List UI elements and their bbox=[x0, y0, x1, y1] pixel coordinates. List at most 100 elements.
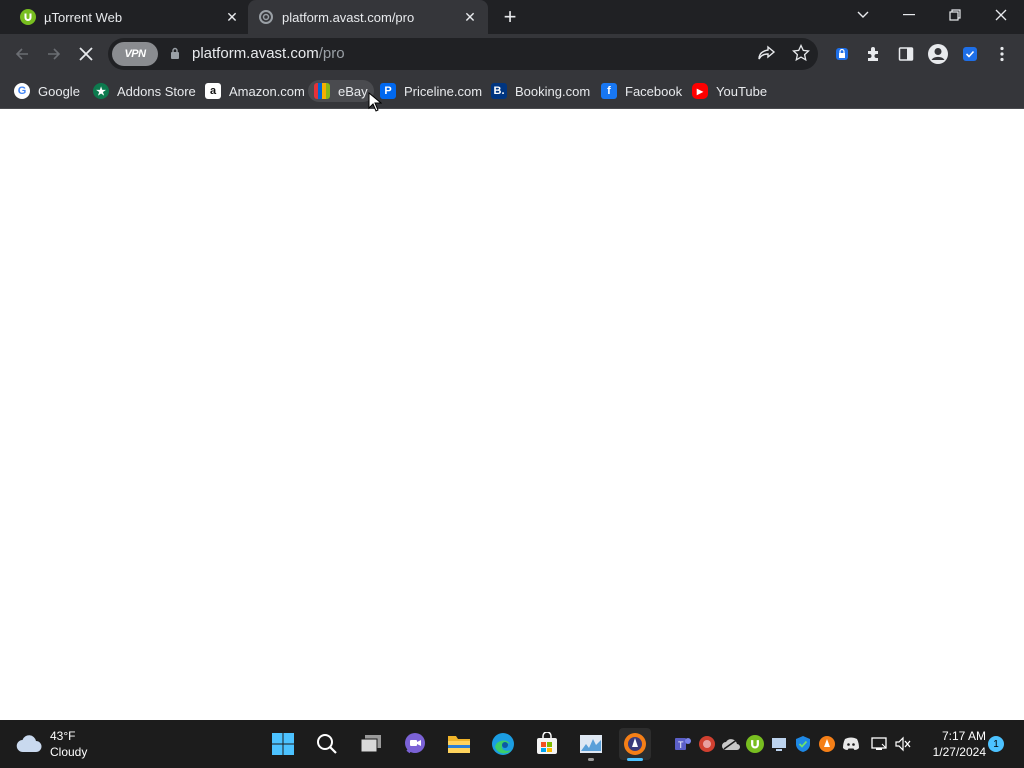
avast-browser-button[interactable] bbox=[619, 728, 651, 761]
edge-icon bbox=[492, 733, 514, 755]
avast-security-extension[interactable] bbox=[956, 40, 984, 68]
url-path: /pro bbox=[318, 45, 345, 62]
stop-loading-button[interactable] bbox=[72, 40, 100, 68]
browser-toolbar: VPN platform.avast.com/pro bbox=[0, 34, 1024, 74]
address-bar[interactable]: VPN platform.avast.com/pro bbox=[108, 38, 818, 70]
search-icon bbox=[317, 734, 337, 754]
bookmark-ebay[interactable]: eBay bbox=[308, 80, 374, 102]
bookmark-label: YouTube bbox=[716, 83, 768, 99]
new-tab-button[interactable]: + bbox=[498, 4, 522, 29]
tab-title: µTorrent Web bbox=[44, 9, 123, 25]
browser-menu-button[interactable] bbox=[988, 40, 1016, 68]
restore-icon bbox=[949, 9, 961, 21]
bookmark-label: Amazon.com bbox=[229, 83, 305, 99]
shield-check-icon bbox=[963, 47, 977, 61]
edge-button[interactable] bbox=[487, 728, 519, 760]
weather-widget[interactable]: 43°F Cloudy bbox=[16, 728, 87, 760]
star-icon bbox=[792, 43, 810, 62]
bookmark-label: Facebook bbox=[625, 83, 683, 99]
addons-store-icon: ★ bbox=[93, 83, 109, 99]
bookmark-label: Addons Store bbox=[117, 83, 196, 99]
close-tab-icon[interactable]: ✕ bbox=[224, 9, 240, 25]
security-tray-icon[interactable] bbox=[793, 734, 813, 754]
side-panel-icon bbox=[898, 47, 914, 61]
url-text[interactable]: platform.avast.com/pro bbox=[192, 45, 345, 62]
display-tray-icon[interactable] bbox=[769, 734, 789, 754]
more-vertical-icon bbox=[1000, 46, 1004, 62]
tab-search-button[interactable] bbox=[840, 0, 886, 30]
bookmark-facebook[interactable]: f Facebook bbox=[601, 80, 682, 102]
folder-icon bbox=[448, 736, 470, 753]
share-icon bbox=[758, 45, 776, 60]
file-explorer-button[interactable] bbox=[443, 728, 475, 760]
booking-icon: B. bbox=[491, 83, 507, 99]
avast-tray-icon[interactable] bbox=[817, 734, 837, 754]
chevron-down-icon bbox=[857, 11, 869, 18]
bookmark-google[interactable]: G Google bbox=[14, 80, 80, 102]
lock-icon[interactable] bbox=[170, 47, 180, 60]
notification-badge[interactable]: 1 bbox=[988, 736, 1004, 752]
close-tab-icon[interactable]: ✕ bbox=[462, 9, 478, 25]
utorrent-icon bbox=[20, 9, 36, 25]
extensions-button[interactable] bbox=[860, 40, 888, 68]
bookmark-priceline[interactable]: P Priceline.com bbox=[380, 80, 482, 102]
avatar-icon bbox=[928, 44, 948, 64]
restore-button[interactable] bbox=[932, 0, 978, 30]
weather-temp: 43°F bbox=[50, 729, 76, 743]
volume-muted-tray-icon[interactable] bbox=[893, 734, 913, 754]
chat-button[interactable] bbox=[399, 728, 431, 760]
network-tray-icon[interactable] bbox=[869, 734, 889, 754]
clock[interactable]: 7:17 AM 1/27/2024 bbox=[920, 728, 986, 760]
task-manager-button[interactable] bbox=[575, 728, 607, 761]
task-view-icon bbox=[360, 735, 381, 753]
utorrent-tray-icon[interactable] bbox=[745, 734, 765, 754]
arrow-right-icon bbox=[48, 48, 61, 60]
loading-spinner-icon bbox=[259, 10, 273, 24]
performance-graph-icon bbox=[580, 735, 602, 753]
discord-tray-icon[interactable] bbox=[841, 734, 861, 754]
url-host: platform.avast.com bbox=[192, 45, 319, 62]
bookmark-star-button[interactable] bbox=[792, 43, 810, 67]
search-button[interactable] bbox=[311, 728, 343, 760]
share-button[interactable] bbox=[758, 45, 776, 66]
arrow-left-icon bbox=[15, 48, 28, 60]
clock-date: 1/27/2024 bbox=[932, 745, 986, 759]
bookmark-amazon[interactable]: a Amazon.com bbox=[205, 80, 305, 102]
facebook-icon: f bbox=[601, 83, 617, 99]
cloud-icon bbox=[16, 735, 42, 753]
tab-utorrent[interactable]: µTorrent Web ✕ bbox=[0, 0, 248, 34]
page-content-blank bbox=[0, 109, 1024, 720]
side-panel-button[interactable] bbox=[892, 40, 920, 68]
bookmark-youtube[interactable]: ▶ YouTube bbox=[692, 80, 767, 102]
minimize-button[interactable] bbox=[886, 0, 932, 30]
forward-button[interactable] bbox=[40, 40, 68, 68]
bookmark-label: Google bbox=[38, 83, 80, 99]
microsoft-store-button[interactable] bbox=[531, 728, 563, 760]
vpn-button[interactable]: VPN bbox=[112, 42, 158, 66]
puzzle-icon bbox=[868, 47, 878, 61]
start-button[interactable] bbox=[267, 728, 299, 760]
teams-tray-icon[interactable]: T bbox=[673, 734, 693, 754]
svg-text:T: T bbox=[678, 740, 684, 750]
active-indicator bbox=[627, 758, 643, 761]
tab-strip: µTorrent Web ✕ platform.avast.com/pro ✕ … bbox=[0, 0, 1024, 34]
running-indicator bbox=[588, 758, 594, 761]
back-button[interactable] bbox=[8, 40, 36, 68]
close-window-button[interactable] bbox=[978, 0, 1024, 30]
onedrive-tray-icon[interactable] bbox=[721, 734, 741, 754]
tab-avast[interactable]: platform.avast.com/pro ✕ bbox=[248, 0, 488, 34]
mouse-cursor-icon bbox=[368, 92, 382, 112]
windows-logo-icon bbox=[272, 733, 294, 755]
bookmark-label: eBay bbox=[338, 83, 368, 99]
avast-password-extension[interactable] bbox=[828, 40, 856, 68]
bookmark-addons-store[interactable]: ★ Addons Store bbox=[93, 80, 196, 102]
clock-time: 7:17 AM bbox=[941, 729, 986, 743]
close-icon bbox=[995, 9, 1007, 21]
profile-button[interactable] bbox=[924, 40, 952, 68]
tab-title: platform.avast.com/pro bbox=[282, 9, 415, 25]
app-tray-icon[interactable] bbox=[697, 734, 717, 754]
google-icon: G bbox=[14, 83, 30, 99]
bookmark-booking[interactable]: B. Booking.com bbox=[491, 80, 590, 102]
task-view-button[interactable] bbox=[355, 728, 387, 760]
amazon-icon: a bbox=[205, 83, 221, 99]
